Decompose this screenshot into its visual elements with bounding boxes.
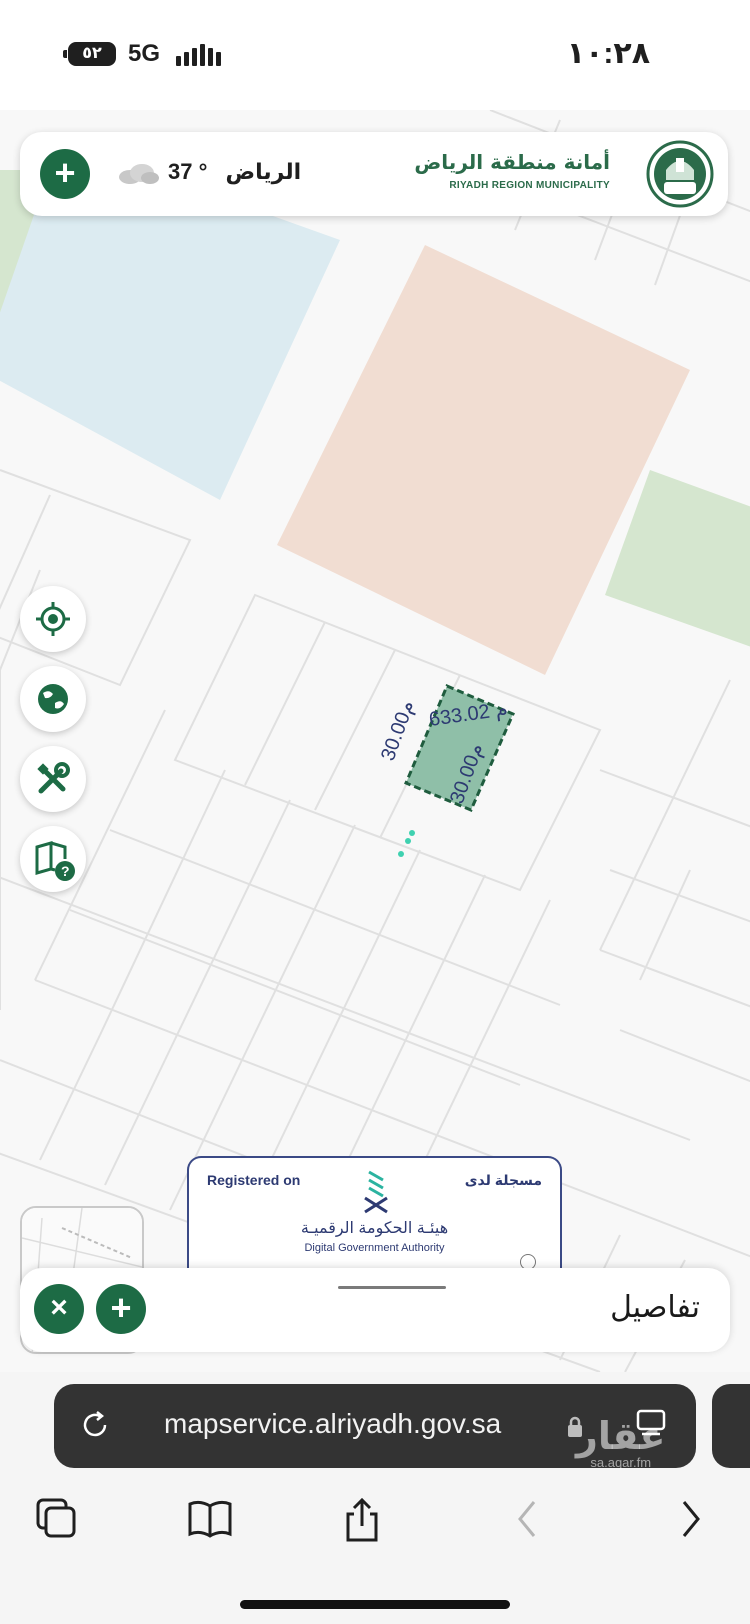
close-icon: ×	[50, 1291, 68, 1324]
forward-arrow-icon[interactable]	[676, 1496, 706, 1542]
registered-on-label: Registered on	[207, 1172, 301, 1188]
dga-logo-icon	[364, 1170, 388, 1214]
plus-icon: +	[54, 152, 76, 193]
drag-handle[interactable]	[338, 1286, 446, 1289]
temperature: 37 °	[168, 159, 208, 184]
cloud-icon	[119, 164, 159, 184]
aqar-watermark: عقار sa.aqar.fm	[576, 1416, 665, 1470]
registered-on-label-ar: مسجلة لدى	[464, 1172, 542, 1188]
watermark-english: sa.aqar.fm	[590, 1455, 652, 1470]
plus-icon: +	[110, 1287, 132, 1328]
svg-text:?: ?	[61, 863, 70, 879]
basemap-button[interactable]	[20, 666, 86, 732]
bookmarks-icon[interactable]	[186, 1496, 234, 1542]
dga-registration-badge: Registered on مسجلة لدى هيئـة الحكومة ال…	[187, 1156, 562, 1270]
tools-icon	[37, 762, 70, 794]
commercial-area	[277, 245, 690, 675]
close-details-button[interactable]: ×	[34, 1284, 84, 1334]
home-indicator	[240, 1600, 510, 1609]
share-icon[interactable]	[340, 1496, 384, 1544]
municipality-logo-text: أمانة منطقة الرياض RIYADH REGION MUNICIP…	[414, 150, 610, 191]
reload-icon[interactable]	[78, 1408, 112, 1442]
location-markers	[398, 830, 415, 857]
next-tab-preview[interactable]	[712, 1384, 750, 1468]
watermark-arabic: عقار	[576, 1414, 666, 1458]
status-bar: ٥٢ 5G ١٠:٢٨	[0, 0, 750, 110]
tools-button[interactable]	[20, 746, 86, 812]
add-button[interactable]: +	[40, 149, 90, 199]
battery-indicator: ٥٢	[63, 42, 116, 66]
locate-button[interactable]	[20, 586, 86, 652]
network-type: 5G	[128, 40, 161, 67]
signal-icon	[176, 42, 221, 66]
back-arrow-icon[interactable]	[512, 1496, 542, 1542]
logo-english: RIYADH REGION MUNICIPALITY	[449, 180, 610, 191]
help-guide-button[interactable]: ?	[20, 826, 86, 892]
logo-arabic: أمانة منطقة الرياض	[414, 150, 610, 174]
tabs-icon[interactable]	[34, 1496, 80, 1542]
globe-icon	[38, 684, 68, 714]
riyadh-emblem-icon	[646, 140, 714, 208]
weather-readout: 37 ° الرياض	[168, 159, 301, 185]
expand-details-button[interactable]: +	[96, 1284, 146, 1334]
help-book-icon: ?	[35, 841, 75, 881]
url-text[interactable]: mapservice.alriyadh.gov.sa	[164, 1408, 501, 1440]
side-a-label: 30.00م	[377, 697, 419, 763]
locate-icon	[36, 602, 70, 636]
browser-toolbar: mapservice.alriyadh.gov.sa عقار sa.aqar.…	[0, 1372, 750, 1624]
header-card: + 37 ° الرياض أمانة منطقة الرياض RIYADH …	[20, 132, 728, 216]
status-time: ١٠:٢٨	[566, 37, 650, 70]
details-title: تفاصيل	[610, 1290, 700, 1325]
dga-name-arabic: هيئـة الحكومة الرقميـة	[300, 1220, 449, 1237]
dga-name-english: Digital Government Authority	[304, 1242, 445, 1254]
details-panel: × + تفاصيل	[20, 1268, 730, 1352]
city-name: الرياض	[225, 159, 302, 184]
